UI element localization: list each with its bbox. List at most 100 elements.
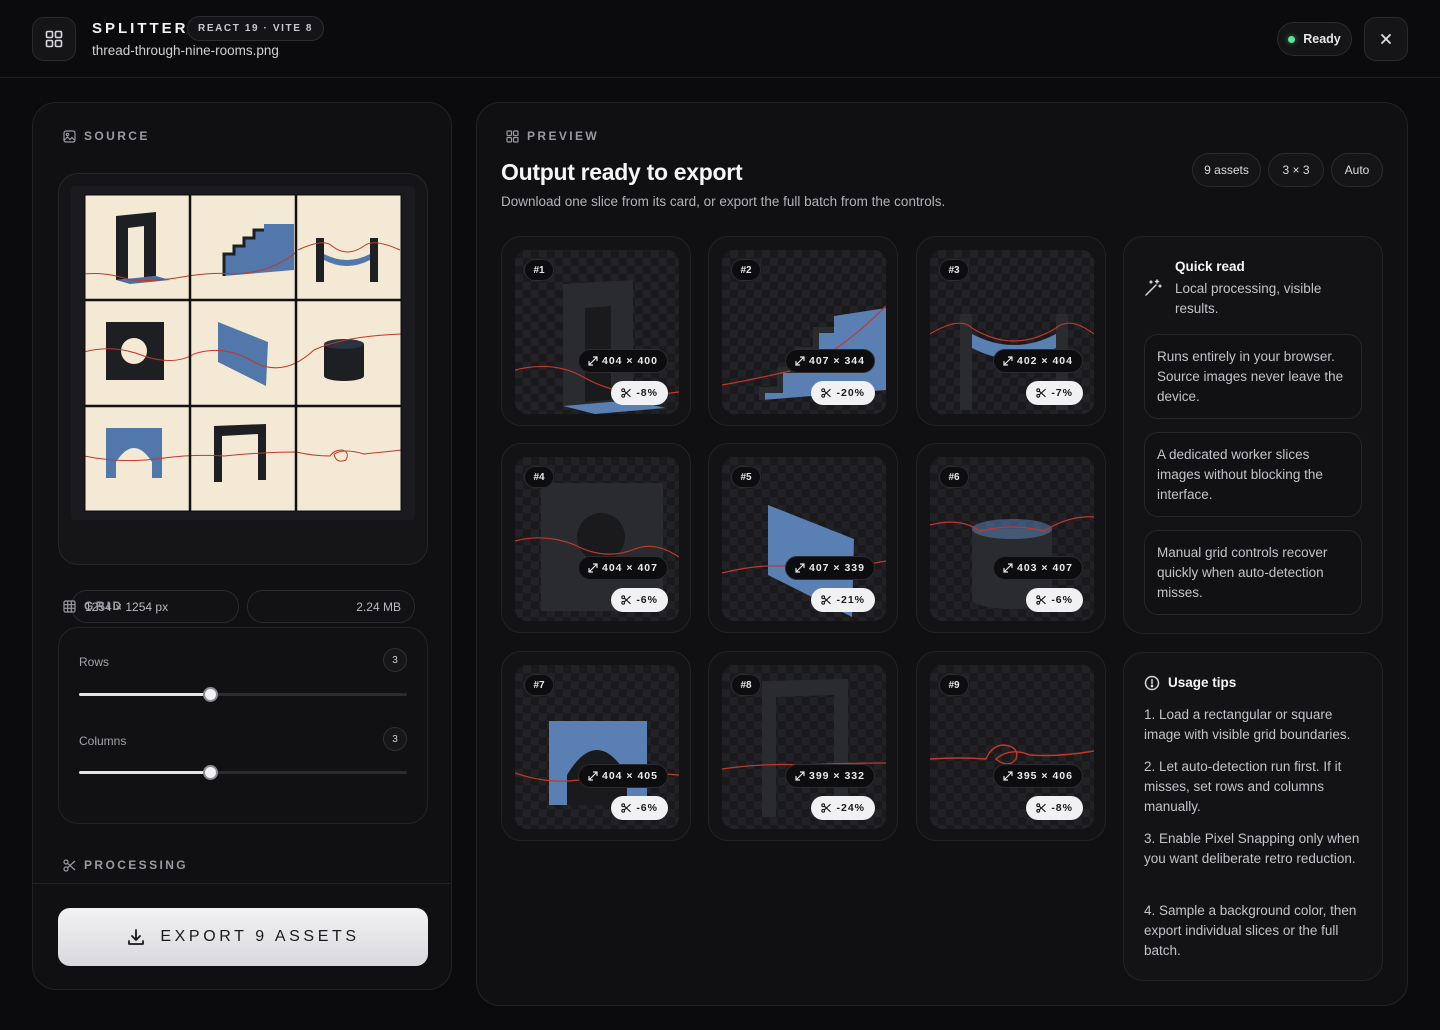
source-section-label: SOURCE — [63, 129, 150, 143]
columns-count: 3 — [383, 727, 407, 751]
quick-read-item: Runs entirely in your browser. Source im… — [1144, 334, 1362, 419]
slice-trim-badge[interactable]: -6% — [611, 588, 668, 612]
usage-tips-title: Usage tips — [1168, 675, 1237, 690]
divider — [33, 883, 451, 884]
slice-trim-badge[interactable]: -24% — [811, 796, 875, 820]
mode-chip[interactable]: Auto — [1331, 153, 1383, 187]
quick-read-subtitle: Local processing, visible results. — [1175, 281, 1322, 316]
slice-trim-badge[interactable]: -20% — [811, 381, 875, 405]
download-icon — [128, 929, 145, 945]
slice-number: #4 — [524, 466, 554, 488]
expand-icon — [795, 563, 805, 573]
slice-card[interactable]: #4 404 × 407 -6% — [501, 443, 691, 633]
slice-card[interactable]: #3 402 × 404 -7% — [916, 236, 1106, 426]
layout-icon — [506, 129, 519, 143]
image-icon — [63, 129, 76, 143]
columns-slider[interactable] — [79, 765, 407, 780]
expand-icon — [588, 771, 598, 781]
slice-dimensions: 395 × 406 — [992, 764, 1083, 788]
expand-icon — [1003, 771, 1013, 781]
scissors-icon — [63, 858, 76, 872]
close-button[interactable] — [1364, 17, 1408, 61]
image-file-size: 2.24 MB — [247, 590, 415, 623]
slice-trim-badge[interactable]: -8% — [611, 381, 668, 405]
grid-controls: Rows 3 Columns 3 — [58, 627, 428, 824]
close-icon — [1381, 34, 1391, 44]
source-image — [71, 186, 415, 520]
slice-trim-badge[interactable]: -21% — [811, 588, 875, 612]
preview-subtitle: Download one slice from its card, or exp… — [501, 194, 946, 209]
slice-trim-badge[interactable]: -7% — [1026, 381, 1083, 405]
slice-dimensions: 404 × 407 — [577, 556, 668, 580]
slice-number: #9 — [939, 674, 969, 696]
slice-card[interactable]: #7 404 × 405 -6% — [501, 651, 691, 841]
rows-slider[interactable] — [79, 687, 407, 702]
slice-card[interactable]: #6 403 × 407 -6% — [916, 443, 1106, 633]
rows-slider-fill — [79, 693, 211, 696]
usage-tip: 2. Let auto-detection run first. If it m… — [1144, 759, 1342, 814]
slice-card[interactable]: #5 407 × 339 -21% — [708, 443, 898, 633]
slice-card[interactable]: #8 399 × 332 -24% — [708, 651, 898, 841]
scissors-icon — [821, 803, 832, 813]
rows-count: 3 — [383, 648, 407, 672]
info-icon — [1144, 675, 1160, 691]
scissors-icon — [1036, 595, 1047, 605]
grid-app-icon[interactable] — [32, 17, 76, 61]
status-text: Ready — [1303, 32, 1341, 46]
slice-number: #8 — [731, 674, 761, 696]
file-name: thread-through-nine-rooms.png — [92, 43, 279, 58]
controls-panel: SOURCE 1254 × 1254 px 2.24 MB GRID Rows … — [32, 102, 452, 990]
slice-dimensions: 402 × 404 — [992, 349, 1083, 373]
slice-dimensions: 399 × 332 — [784, 764, 875, 788]
scissors-icon — [621, 388, 632, 398]
stack-badge: REACT 19 · VITE 8 — [187, 16, 324, 41]
quick-read-item: Manual grid controls recover quickly whe… — [1144, 530, 1362, 615]
grid-size-chip: 3 × 3 — [1268, 153, 1324, 187]
scissors-icon — [1036, 388, 1047, 398]
rows-slider-thumb[interactable] — [203, 687, 219, 702]
slice-card[interactable]: #9 395 × 406 -8% — [916, 651, 1106, 841]
slice-dimensions: 407 × 344 — [784, 349, 875, 373]
usage-tip: 1. Load a rectangular or square image wi… — [1144, 707, 1351, 742]
app-title: SPLITTER — [92, 20, 189, 37]
processing-section-label: PROCESSING — [63, 858, 188, 872]
slice-dimensions: 403 × 407 — [992, 556, 1083, 580]
columns-slider-fill — [79, 771, 211, 774]
preview-panel: PREVIEW Output ready to export Download … — [476, 102, 1408, 1006]
columns-slider-thumb[interactable] — [203, 765, 219, 780]
grid-icon — [63, 599, 76, 613]
scissors-icon — [621, 595, 632, 605]
status-dot-icon — [1288, 35, 1296, 43]
rows-label: Rows — [79, 655, 110, 669]
status-badge: Ready — [1277, 22, 1352, 56]
slice-card[interactable]: #1 404 × 400 -8% — [501, 236, 691, 426]
slice-number: #7 — [524, 674, 554, 696]
slice-number: #1 — [524, 259, 554, 281]
slice-dimensions: 404 × 400 — [577, 349, 668, 373]
slice-number: #2 — [731, 259, 761, 281]
slice-number: #6 — [939, 466, 969, 488]
slice-card[interactable]: #2 407 × 344 -20% — [708, 236, 898, 426]
slice-dimensions: 404 × 405 — [577, 764, 668, 788]
expand-icon — [588, 356, 598, 366]
preview-section-label: PREVIEW — [506, 129, 599, 143]
expand-icon — [1003, 356, 1013, 366]
quick-read-title: Quick read — [1175, 259, 1245, 274]
magic-wand-icon — [1145, 279, 1162, 296]
slice-dimensions: 407 × 339 — [784, 556, 875, 580]
slice-trim-badge[interactable]: -6% — [611, 796, 668, 820]
slice-trim-badge[interactable]: -8% — [1026, 796, 1083, 820]
slice-trim-badge[interactable]: -6% — [1026, 588, 1083, 612]
usage-tip: 4. Sample a background color, then expor… — [1144, 903, 1357, 958]
quick-read-item: A dedicated worker slices images without… — [1144, 432, 1362, 517]
grid-section-label: GRID — [63, 599, 124, 613]
slice-number: #5 — [731, 466, 761, 488]
expand-icon — [795, 771, 805, 781]
slice-number: #3 — [939, 259, 969, 281]
export-button[interactable]: EXPORT 9 ASSETS — [58, 908, 428, 966]
scissors-icon — [1036, 803, 1047, 813]
expand-icon — [588, 563, 598, 573]
quick-read-card: Quick read Local processing, visible res… — [1123, 236, 1383, 634]
scissors-icon — [621, 803, 632, 813]
scissors-icon — [821, 388, 832, 398]
